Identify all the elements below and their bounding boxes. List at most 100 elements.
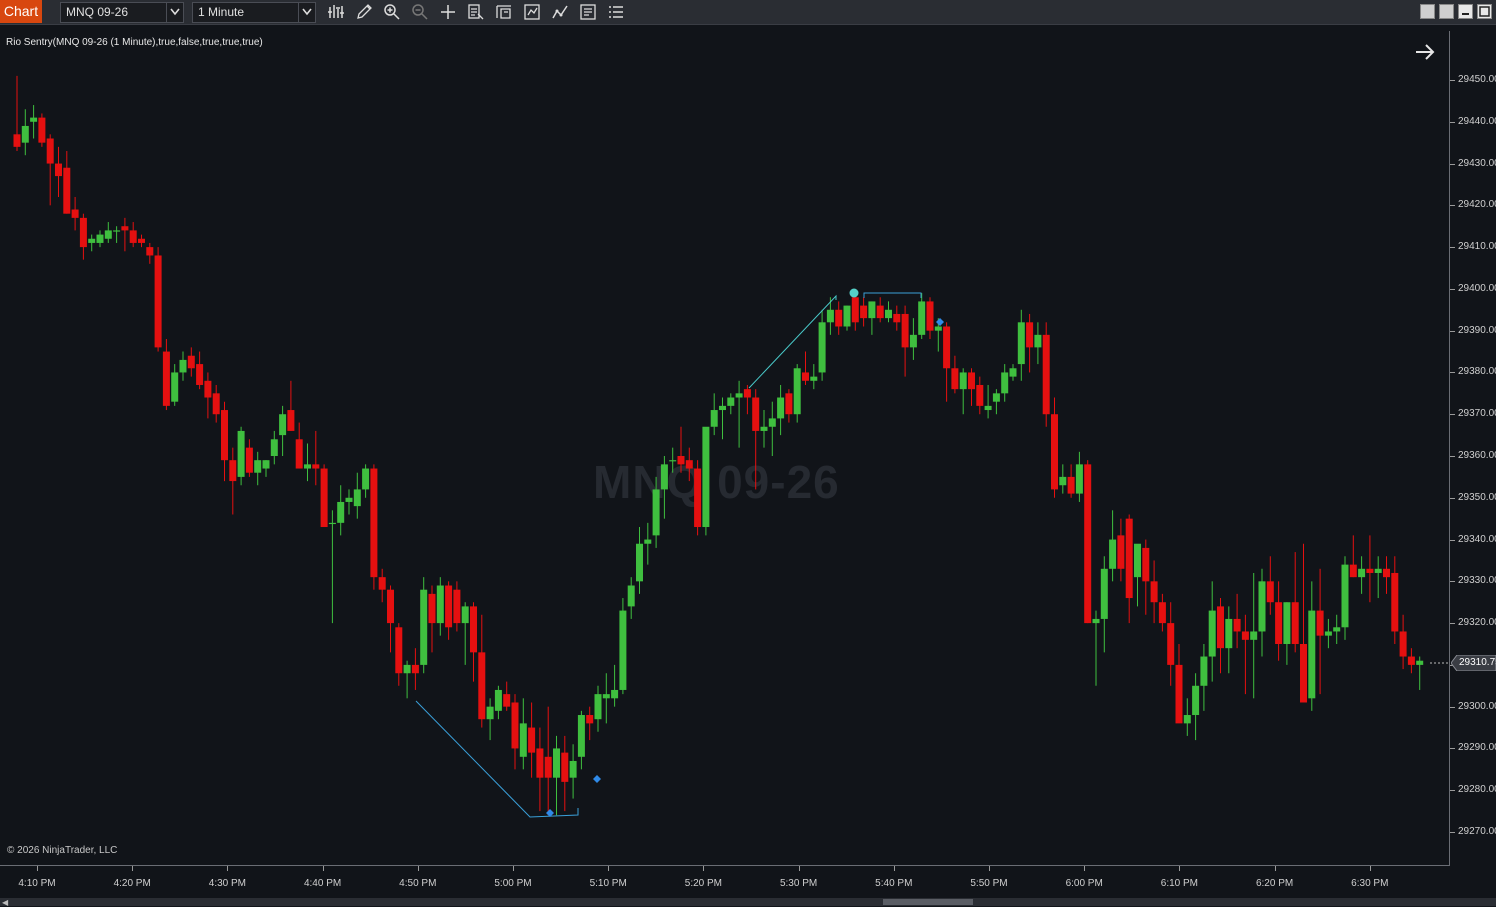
- price-tick-mark: [1450, 414, 1455, 416]
- candle-up: [279, 414, 287, 436]
- price-tick-label: 29370.00: [1458, 408, 1496, 420]
- signal-diamond-marker: [936, 318, 944, 326]
- arrow-right-icon[interactable]: [1414, 42, 1436, 62]
- price-tick-label: 29300.00: [1458, 700, 1496, 712]
- time-tick-mark: [1084, 866, 1086, 871]
- candle-down: [1300, 644, 1307, 703]
- candle-up: [760, 426, 768, 431]
- time-tick-label: 5:50 PM: [970, 878, 1008, 889]
- time-tick-mark: [227, 866, 229, 871]
- candle-up: [1075, 464, 1083, 494]
- candle-up: [179, 359, 187, 373]
- indicators-icon[interactable]: [551, 3, 569, 21]
- chevron-down-icon[interactable]: [298, 3, 315, 22]
- crosshair-icon[interactable]: [439, 3, 457, 21]
- candle-up: [1192, 685, 1200, 716]
- candle-up: [1059, 476, 1067, 486]
- price-tick-label: 29330.00: [1458, 575, 1496, 587]
- candle-up: [88, 238, 96, 243]
- candle-up: [353, 489, 361, 507]
- indicator-label: Rio Sentry(MNQ 09-26 (1 Minute),true,fal…: [6, 37, 263, 48]
- candle-up: [113, 230, 121, 232]
- candle-down: [146, 247, 154, 256]
- candle-down: [370, 468, 378, 578]
- time-tick-mark: [989, 866, 990, 871]
- properties-icon[interactable]: [579, 3, 597, 21]
- time-tick-label: 6:30 PM: [1351, 878, 1389, 889]
- candle-up: [1324, 631, 1332, 636]
- time-tick-mark: [1179, 866, 1181, 871]
- instrument-selector[interactable]: MNQ 09-26: [60, 2, 184, 23]
- price-tick-mark: [1450, 832, 1455, 833]
- time-tick-mark: [37, 866, 38, 871]
- candle-down: [1366, 568, 1374, 573]
- time-tick-label: 5:20 PM: [684, 878, 723, 889]
- time-axis[interactable]: 4:10 PM 4:20 PM 4:30 PM 4:40 PM 4:50 PM 5:00 …: [0, 866, 1449, 898]
- time-tick-label: 6:10 PM: [1160, 878, 1199, 889]
- templates-icon[interactable]: [495, 3, 513, 21]
- candle-down: [1391, 572, 1399, 632]
- candle-down: [1026, 322, 1034, 348]
- zoom-out-icon[interactable]: [411, 3, 429, 21]
- maximize-window-icon[interactable]: [1477, 4, 1492, 19]
- price-tick-label: 29440.00: [1458, 115, 1496, 127]
- candle-down: [1175, 664, 1183, 724]
- candle-down: [312, 464, 320, 469]
- candle-up: [1034, 334, 1042, 348]
- time-tick-mark: [893, 866, 895, 871]
- interval-value: 1 Minute: [198, 5, 245, 19]
- price-tick-label: 29430.00: [1458, 157, 1496, 169]
- candle-up: [1017, 322, 1025, 365]
- swing-high-range-line: [863, 292, 922, 298]
- candle-up: [727, 397, 735, 406]
- candle-up: [337, 501, 345, 523]
- candle-up: [1092, 618, 1100, 624]
- zoom-in-icon[interactable]: [383, 3, 401, 21]
- candle-down: [1399, 631, 1407, 657]
- price-axis[interactable]: 29450.00 29440.00 29430.00 29420.00 29410.00…: [1450, 31, 1496, 865]
- candle-down: [13, 134, 21, 147]
- candle-down: [162, 351, 170, 406]
- candle-down: [536, 748, 544, 778]
- candle-down: [378, 577, 386, 590]
- candle-down: [1125, 518, 1133, 599]
- price-tick-mark: [1450, 247, 1455, 249]
- price-tick-label: 29410.00: [1458, 241, 1496, 253]
- candle-up: [984, 405, 992, 411]
- interval-selector[interactable]: 1 Minute: [192, 2, 316, 23]
- candle-up: [96, 234, 104, 243]
- price-tick-label: 29450.00: [1458, 74, 1496, 85]
- time-tick-mark: [1369, 866, 1371, 871]
- price-tick-label: 29400.00: [1458, 282, 1496, 294]
- minimize-window-icon[interactable]: [1458, 4, 1473, 19]
- strategies-icon[interactable]: [523, 3, 541, 21]
- price-chart[interactable]: [0, 31, 1449, 865]
- candle-up: [1258, 581, 1266, 632]
- candle-down: [387, 589, 394, 624]
- candle-down: [851, 297, 859, 323]
- time-tick-label: 5:10 PM: [589, 878, 627, 889]
- candle-down: [1266, 581, 1274, 603]
- time-tick-label: 4:20 PM: [113, 878, 151, 889]
- horizontal-scrollbar[interactable]: ◀: [0, 898, 1496, 907]
- list-icon[interactable]: [607, 3, 625, 21]
- candle-down: [245, 447, 253, 473]
- candle-down: [453, 589, 461, 624]
- tile-window-icon[interactable]: [1420, 4, 1435, 19]
- candle-up: [1283, 602, 1291, 644]
- drawing-tool-icon[interactable]: [355, 3, 373, 21]
- restore-window-icon[interactable]: [1439, 4, 1454, 19]
- candle-down: [1167, 623, 1175, 665]
- chart-plot-area[interactable]: MNQ 09-26: [0, 31, 1450, 866]
- candle-up: [1341, 564, 1349, 628]
- chevron-down-icon[interactable]: [166, 3, 183, 22]
- price-tick-label: 29340.00: [1458, 533, 1496, 545]
- candle-down: [743, 389, 751, 398]
- signal-diamond-marker: [593, 775, 601, 783]
- bar-type-icon[interactable]: [327, 3, 345, 21]
- data-series-icon[interactable]: [467, 3, 485, 21]
- candle-down: [196, 364, 204, 385]
- candle-up: [818, 322, 826, 373]
- chart-tab[interactable]: Chart: [0, 0, 42, 23]
- scroll-thumb[interactable]: [883, 899, 973, 905]
